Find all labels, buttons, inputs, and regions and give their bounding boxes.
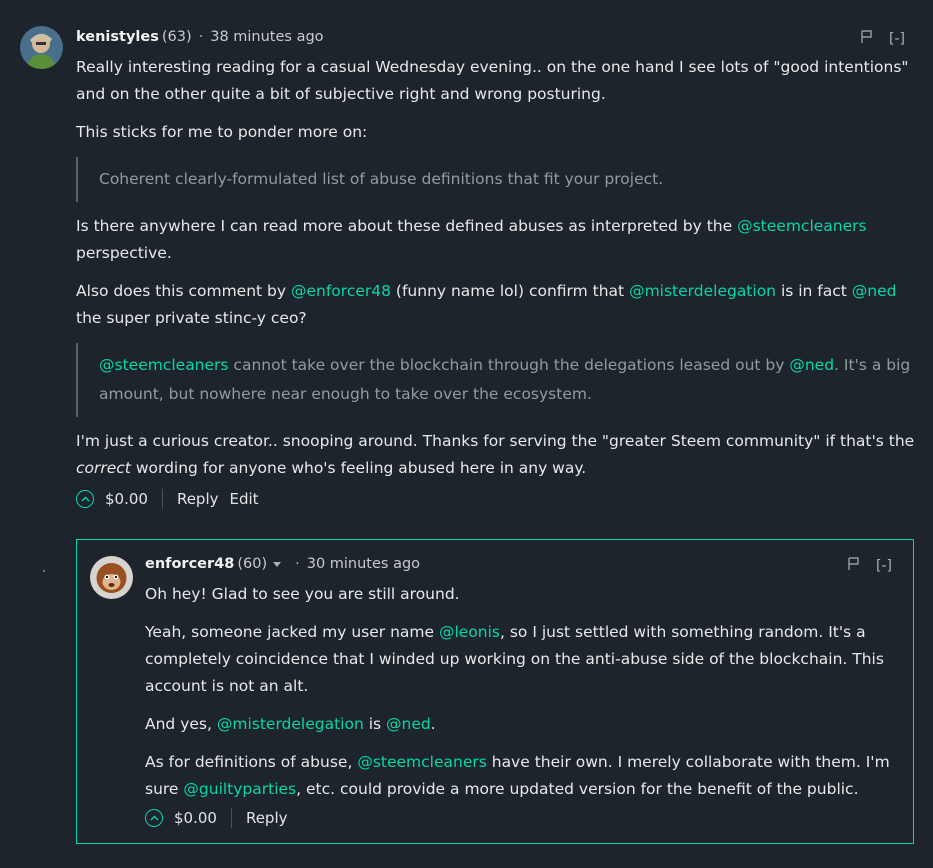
mention-link[interactable]: @misterdelegation	[217, 715, 364, 733]
mention-link[interactable]: @steemcleaners	[99, 356, 229, 374]
paragraph: Oh hey! Glad to see you are still around…	[145, 585, 460, 603]
text: And yes,	[145, 715, 217, 733]
mention-link[interactable]: @leonis	[439, 623, 500, 641]
comment-body: Oh hey! Glad to see you are still around…	[145, 581, 905, 814]
comment-timestamp[interactable]: 38 minutes ago	[210, 29, 323, 45]
blockquote: @steemcleaners cannot take over the bloc…	[76, 343, 916, 417]
mention-link[interactable]: @ned	[789, 356, 834, 374]
flag-icon[interactable]	[861, 30, 873, 47]
reply-button[interactable]: Reply	[246, 809, 288, 827]
blockquote: Coherent clearly-formulated list of abus…	[76, 157, 916, 202]
text: Also does this comment by	[76, 282, 291, 300]
flag-icon[interactable]	[848, 557, 860, 574]
paragraph: This sticks for me to ponder more on:	[76, 123, 368, 141]
comment-footer: $0.00 Reply	[145, 808, 288, 828]
text: , etc. could provide a more updated vers…	[296, 780, 859, 798]
mention-link[interactable]: @steemcleaners	[357, 753, 487, 771]
collapse-toggle[interactable]: [-]	[889, 31, 905, 47]
author-reputation: (60)	[237, 556, 268, 572]
separator-dot: ·	[198, 29, 204, 45]
paragraph: Really interesting reading for a casual …	[76, 58, 909, 103]
text: Is there anywhere I can read more about …	[76, 217, 738, 235]
payout-amount[interactable]: $0.00	[105, 490, 148, 508]
text: the super private stinc-y ceo?	[76, 309, 307, 327]
edit-button[interactable]: Edit	[230, 490, 259, 508]
upvote-icon[interactable]	[76, 490, 94, 508]
quote-text: cannot take over the blockchain through …	[228, 356, 790, 374]
paragraph: Also does this comment by @enforcer48 (f…	[76, 278, 916, 332]
text: perspective.	[76, 244, 172, 262]
comment-tools: [-]	[861, 30, 905, 47]
quote-text: Coherent clearly-formulated list of abus…	[99, 170, 664, 188]
upvote-icon[interactable]	[145, 809, 163, 827]
text: is	[363, 715, 387, 733]
text: .	[430, 715, 436, 733]
text: I'm just a curious creator.. snooping ar…	[76, 432, 915, 450]
comment-footer: $0.00 Reply Edit	[76, 489, 259, 509]
paragraph: Is there anywhere I can read more about …	[76, 213, 916, 267]
comment-timestamp[interactable]: 30 minutes ago	[307, 556, 420, 572]
paragraph: I'm just a curious creator.. snooping ar…	[76, 428, 916, 482]
text: As for definitions of abuse,	[145, 753, 358, 771]
mention-link[interactable]: @guiltyparties	[183, 780, 296, 798]
thread-marker	[43, 570, 45, 572]
comment-body: Really interesting reading for a casual …	[76, 54, 916, 493]
paragraph: And yes, @misterdelegation is @ned.	[145, 711, 905, 738]
text: wording for anyone who's feeling abused …	[130, 459, 587, 477]
avatar-enforcer48[interactable]	[90, 556, 133, 599]
paragraph: As for definitions of abuse, @steemclean…	[145, 749, 905, 803]
chevron-down-icon[interactable]	[273, 561, 282, 567]
paragraph: Yeah, someone jacked my user name @leoni…	[145, 619, 905, 700]
reply-button[interactable]: Reply	[177, 490, 219, 508]
mention-link[interactable]: @enforcer48	[291, 282, 391, 300]
emphasis-text: correct	[76, 459, 131, 477]
text: Yeah, someone jacked my user name	[145, 623, 439, 641]
text: (funny name lol) confirm that	[390, 282, 630, 300]
mention-link[interactable]: @misterdelegation	[629, 282, 776, 300]
divider	[161, 489, 163, 509]
comment-header: kenistyles (63) · 38 minutes ago	[76, 29, 324, 45]
collapse-toggle[interactable]: [-]	[876, 558, 892, 574]
payout-amount[interactable]: $0.00	[174, 809, 217, 827]
comment-header: enforcer48 (60) · 30 minutes ago	[145, 556, 420, 572]
author-name[interactable]: enforcer48	[145, 556, 234, 572]
separator-dot: ·	[295, 556, 300, 572]
divider	[230, 808, 232, 828]
mention-link[interactable]: @ned	[852, 282, 897, 300]
author-reputation: (63)	[161, 29, 192, 45]
author-name[interactable]: kenistyles	[76, 29, 159, 45]
mention-link[interactable]: @steemcleaners	[737, 217, 867, 235]
avatar-kenistyles[interactable]	[20, 26, 63, 69]
comment-tools: [-]	[848, 557, 892, 574]
mention-link[interactable]: @ned	[386, 715, 431, 733]
text: is in fact	[776, 282, 852, 300]
